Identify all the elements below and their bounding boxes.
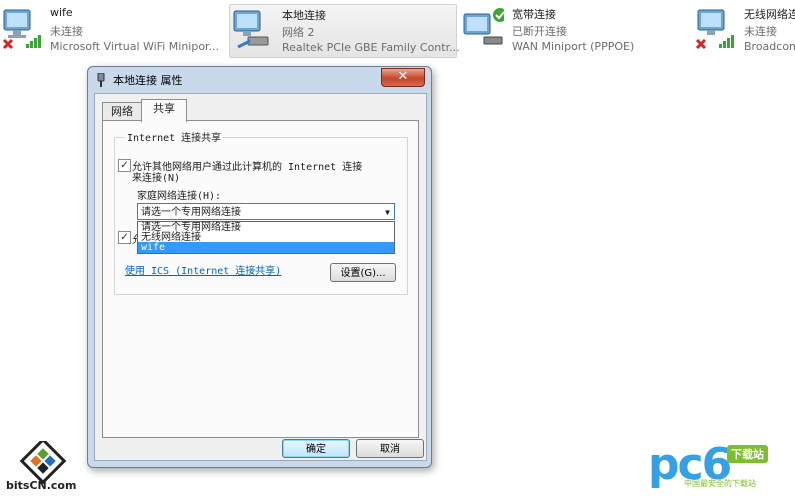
signal-bars-icon [26,35,41,48]
connection-wife[interactable]: wife 未连接 Microsoft Virtual WiFi Minipor.… [2,4,222,56]
connection-name: 宽带连接 [512,8,556,21]
home-network-label: 家庭网络连接(H): [137,191,222,202]
connection-status: 网络 2 [282,26,315,39]
connection-device: WAN Miniport (PPPOE) [512,40,635,53]
dialog-title: 本地连接 属性 [113,74,183,87]
ok-button[interactable]: 确定 [282,439,350,458]
signal-bars-icon [719,35,734,48]
connection-status: 未连接 [744,25,777,38]
properties-dialog: 本地连接 属性 ✕ 网络 共享 Internet 连接共享 ✓ 允许其他网络用户… [87,66,432,468]
bitscn-watermark: bitsCN.com [6,479,77,492]
red-x-icon [695,38,707,50]
select-value: 请选一个专用网络连接 [141,207,241,218]
settings-button[interactable]: 设置(G)... [330,263,396,282]
home-network-dropdown: 请选一个专用网络连接 无线网络连接 wife [137,221,395,254]
dropdown-option-selected[interactable]: wife [138,242,394,253]
ics-group: Internet 连接共享 ✓ 允许其他网络用户通过此计算机的 Internet… [114,129,408,295]
connection-name: wife [50,6,73,19]
cancel-button[interactable]: 取消 [356,439,424,458]
connection-name: 本地连接 [282,9,326,22]
ics-help-link[interactable]: 使用 ICS (Internet 连接共享) [125,262,281,277]
allow-share-checkbox[interactable]: ✓ [118,159,131,172]
connection-status: 未连接 [50,25,83,38]
network-adapter-icon [2,9,41,50]
connection-device: Broadcom [744,40,795,53]
connection-broadband[interactable]: 宽带连接 已断开连接 WAN Miniport (PPPOE) [462,4,677,56]
chevron-down-icon: ▼ [385,208,390,217]
connection-status: 已断开连接 [512,25,567,38]
dialog-client: 网络 共享 Internet 连接共享 ✓ 允许其他网络用户通过此计算机的 In… [94,93,427,461]
connection-device: Realtek PCIe GBE Family Contr... [282,41,460,54]
network-adapter-icon [233,10,269,49]
connection-local[interactable]: 本地连接 网络 2 Realtek PCIe GBE Family Contr.… [229,4,460,58]
close-button[interactable]: ✕ [381,68,425,87]
network-cable-icon [97,73,105,87]
connection-wireless[interactable]: 无线网络连 未连接 Broadcom [694,4,795,56]
pc6-tag: 下载站 [727,445,768,463]
network-adapter-icon [695,9,734,50]
red-x-icon [2,38,14,50]
allow-control-checkbox[interactable]: ✓ [118,231,131,244]
pc6-subtitle: 中国最安全的下载站 [684,479,756,488]
connection-device: Microsoft Virtual WiFi Minipor... [50,40,220,53]
modem-icon [483,36,503,45]
group-label: Internet 连接共享 [125,129,224,144]
connection-name: 无线网络连 [744,8,795,21]
home-network-select[interactable]: 请选一个专用网络连接 ▼ [137,203,395,220]
allow-share-label-cont: 来连接(N) [132,173,181,184]
tab-network[interactable]: 网络 [102,102,142,121]
tab-sharing[interactable]: 共享 [141,99,187,122]
network-adapter-icon [463,8,504,45]
cable-plug-icon [237,36,269,49]
sharing-panel: Internet 连接共享 ✓ 允许其他网络用户通过此计算机的 Internet… [102,120,419,438]
green-check-icon [493,8,504,22]
